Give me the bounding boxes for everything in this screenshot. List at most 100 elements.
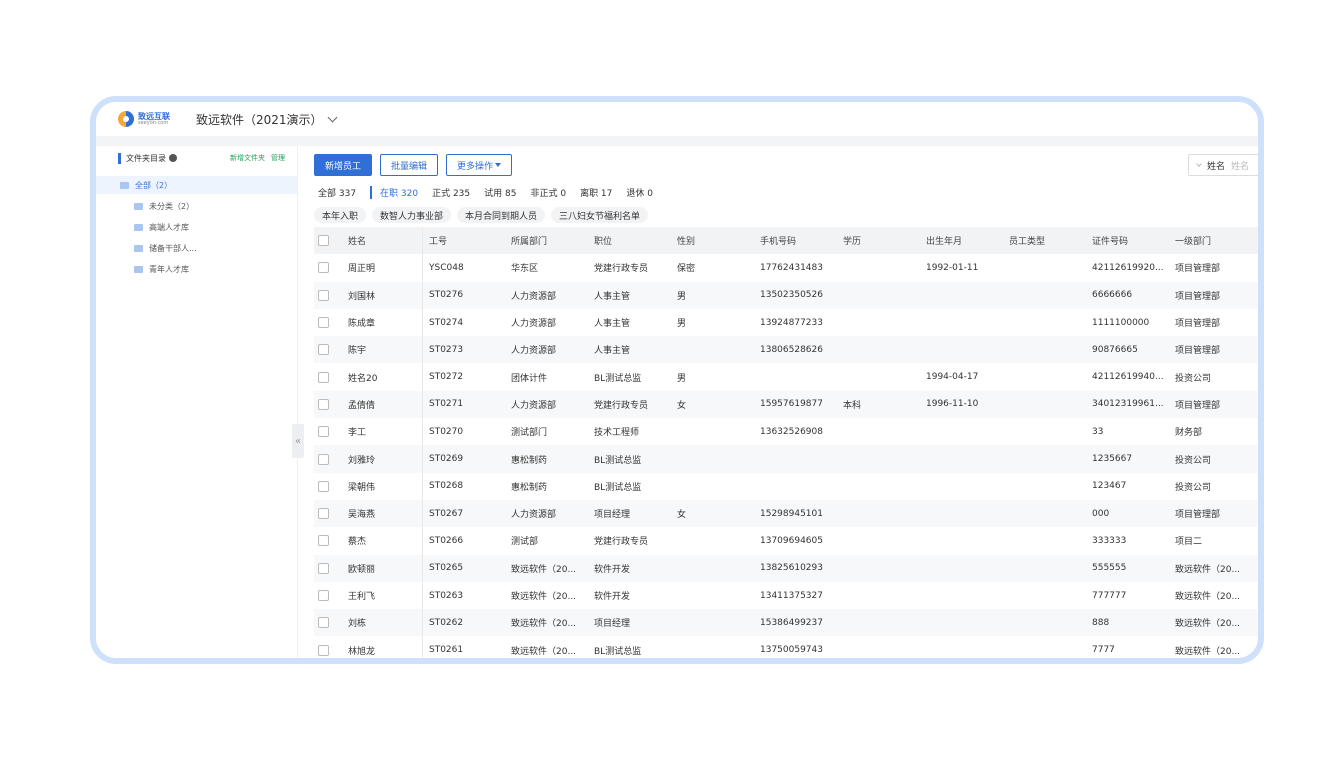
- table-row[interactable]: 陈成章 ST0274 人力资源部 人事主管 男 13924877233 1111100000…: [314, 308, 1258, 337]
- cell-name[interactable]: 梁朝伟: [344, 480, 422, 493]
- search-input[interactable]: 姓名 姓名: [1188, 154, 1258, 176]
- column-header[interactable]: 职位: [588, 234, 671, 247]
- sidebar-item-uncategorized[interactable]: 未分类（2）: [96, 196, 297, 217]
- cell-name[interactable]: 吴海燕: [344, 507, 422, 520]
- column-header[interactable]: 姓名: [344, 234, 422, 247]
- cell-name[interactable]: 蔡杰: [344, 534, 422, 547]
- chevron-down-icon[interactable]: [1196, 160, 1202, 167]
- row-checkbox[interactable]: [318, 262, 329, 274]
- cell-no: ST0276: [422, 281, 505, 309]
- chip-contract-expiring[interactable]: 本月合同到期人员: [457, 207, 546, 223]
- cell-no: ST0268: [422, 472, 505, 500]
- cell-name[interactable]: 陈成章: [344, 316, 422, 329]
- collapse-sidebar-button[interactable]: «: [292, 424, 304, 458]
- table-row[interactable]: 孟倩倩 ST0271 人力资源部 党建行政专员 女 15957619877 本科 1996-1…: [314, 390, 1258, 419]
- cell-name[interactable]: 刘国林: [344, 289, 422, 302]
- folder-icon: [134, 266, 143, 273]
- cell-dept: 人力资源部: [511, 291, 557, 302]
- table-row[interactable]: 欧顿丽 ST0265 致远软件（20... 软件开发 13825610293 555555…: [314, 554, 1258, 582]
- row-checkbox[interactable]: [318, 398, 329, 410]
- table-row[interactable]: 吴海燕 ST0267 人力资源部 项目经理 女 15298945101 000 项目管理部: [314, 499, 1258, 528]
- cell-name[interactable]: 姓名20: [344, 371, 422, 384]
- cell-name[interactable]: 刘雅玲: [344, 453, 422, 466]
- manage-link[interactable]: 管理: [271, 153, 285, 163]
- row-checkbox[interactable]: [318, 426, 329, 438]
- select-all-checkbox[interactable]: [318, 235, 329, 247]
- table-row[interactable]: 周正明 YSC048 华东区 党建行政专员 保密 17762431483 1992-01-1…: [314, 254, 1258, 282]
- cell-name[interactable]: 王利飞: [344, 589, 422, 602]
- cell-pos: BL测试总监: [594, 646, 642, 657]
- chip-womens-day-list[interactable]: 三八妇女节福利名单: [551, 207, 649, 223]
- filter-resigned[interactable]: 离职 17: [580, 186, 612, 199]
- table-row[interactable]: 蔡杰 ST0266 测试部 党建行政专员 13709694605 333333 项目二: [314, 527, 1258, 555]
- row-checkbox[interactable]: [318, 644, 329, 656]
- row-checkbox[interactable]: [318, 317, 329, 329]
- cell-id: 1111100000: [1092, 317, 1150, 328]
- help-icon[interactable]: [169, 154, 177, 162]
- row-checkbox[interactable]: [318, 289, 329, 301]
- column-header[interactable]: 手机号码: [754, 234, 837, 247]
- chip-hr-division[interactable]: 数智人力事业部: [372, 207, 452, 223]
- cell-pos: 软件开发: [594, 592, 631, 602]
- main-panel: 新增员工 批量编辑 更多操作 姓名 姓名 全部 337 在职 320 正式 23…: [308, 146, 1258, 658]
- table-row[interactable]: 陈宇 ST0273 人力资源部 人事主管 13806528626 90876665 项目管理…: [314, 336, 1258, 364]
- cell-name[interactable]: 李工: [344, 425, 422, 438]
- column-header[interactable]: 学历: [837, 234, 920, 247]
- search-placeholder: 姓名: [1231, 161, 1250, 172]
- column-header[interactable]: 性别: [671, 234, 754, 247]
- row-checkbox[interactable]: [318, 590, 329, 601]
- cell-name[interactable]: 周正明: [344, 261, 422, 274]
- search-field-select[interactable]: 姓名: [1207, 159, 1225, 172]
- filter-probation[interactable]: 试用 85: [484, 186, 516, 199]
- row-checkbox[interactable]: [318, 480, 329, 492]
- table-row[interactable]: 梁朝伟 ST0268 惠松制药 BL测试总监 123467 投资公司: [314, 472, 1258, 500]
- sidebar-item-all[interactable]: 全部（2）: [96, 176, 297, 194]
- table-row[interactable]: 刘国林 ST0276 人力资源部 人事主管 男 13502350526 6666666 项目管…: [314, 281, 1258, 309]
- filter-retired[interactable]: 退休 0: [626, 186, 653, 199]
- cell-phone: 13709694605: [760, 535, 823, 546]
- row-checkbox[interactable]: [318, 562, 329, 574]
- cell-dept: 人力资源部: [511, 400, 557, 411]
- table-row[interactable]: 李工 ST0270 测试部门 技术工程师 13632526908 33 财务部: [314, 418, 1258, 446]
- column-header[interactable]: 所属部门: [505, 234, 588, 247]
- company-switcher[interactable]: 致远软件（2021演示）: [196, 111, 337, 128]
- column-header[interactable]: 出生年月: [920, 234, 1003, 247]
- table-row[interactable]: 刘栋 ST0262 致远软件（20... 项目经理 15386499237 888 致远软件…: [314, 609, 1258, 637]
- batch-edit-button[interactable]: 批量编辑: [380, 154, 439, 176]
- sidebar-item-youth-talent[interactable]: 青年人才库: [96, 259, 297, 280]
- cell-name[interactable]: 陈宇: [344, 343, 422, 356]
- row-checkbox[interactable]: [318, 617, 329, 629]
- table-row[interactable]: 刘雅玲 ST0269 惠松制药 BL测试总监 1235667 投资公司: [314, 445, 1258, 473]
- new-folder-link[interactable]: 新增文件夹: [230, 153, 265, 163]
- cell-dept1: 项目管理部: [1175, 264, 1221, 275]
- table-row[interactable]: 林旭龙 ST0261 致远软件（20... BL测试总监 13750059743 7777…: [314, 636, 1258, 658]
- cell-no: ST0261: [422, 636, 505, 658]
- row-checkbox[interactable]: [318, 371, 329, 383]
- row-checkbox[interactable]: [318, 344, 329, 356]
- chip-joined-this-year[interactable]: 本年入职: [314, 207, 367, 223]
- table-row[interactable]: 姓名20 ST0272 团体计件 BL测试总监 男 1994-04-17 421126199…: [314, 363, 1258, 391]
- row-checkbox[interactable]: [318, 535, 329, 547]
- add-employee-button[interactable]: 新增员工: [314, 154, 373, 176]
- column-header[interactable]: 员工类型: [1003, 234, 1086, 247]
- column-header[interactable]: 工号: [422, 227, 505, 255]
- column-header[interactable]: 一级部门: [1169, 234, 1245, 247]
- cell-name[interactable]: 欧顿丽: [344, 562, 422, 575]
- row-checkbox[interactable]: [318, 508, 329, 520]
- column-header[interactable]: 证件号码: [1086, 234, 1169, 247]
- table-row[interactable]: 王利飞 ST0263 致远软件（20... 软件开发 13411375327 777777…: [314, 581, 1258, 610]
- cell-phone: 13924877233: [760, 317, 823, 328]
- filter-formal[interactable]: 正式 235: [432, 186, 470, 199]
- filter-informal[interactable]: 非正式 0: [530, 186, 566, 199]
- more-actions-button[interactable]: 更多操作: [446, 154, 513, 176]
- filter-active[interactable]: 在职 320: [370, 186, 418, 199]
- sidebar-item-reserve-cadre[interactable]: 储备干部人...: [96, 238, 297, 259]
- cell-pos: BL测试总监: [594, 373, 642, 384]
- cell-sex: 保密: [677, 264, 696, 275]
- cell-name[interactable]: 孟倩倩: [344, 398, 422, 411]
- cell-name[interactable]: 刘栋: [344, 616, 422, 629]
- row-checkbox[interactable]: [318, 453, 329, 465]
- sidebar-item-senior-talent[interactable]: 高端人才库: [96, 217, 297, 238]
- cell-name[interactable]: 林旭龙: [344, 644, 422, 657]
- filter-all[interactable]: 全部 337: [318, 186, 356, 199]
